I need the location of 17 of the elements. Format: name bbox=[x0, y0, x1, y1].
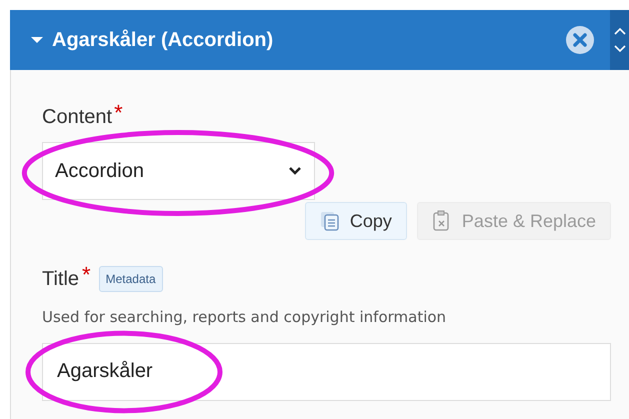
title-input[interactable]: Agarskåler bbox=[42, 342, 611, 400]
chevron-down-icon[interactable] bbox=[614, 45, 626, 53]
copy-button[interactable]: Copy bbox=[304, 202, 407, 240]
panel-header[interactable]: Agarskåler (Accordion) bbox=[10, 10, 610, 70]
reorder-bar[interactable] bbox=[610, 10, 629, 70]
field-label: Title bbox=[42, 267, 80, 292]
chevron-down-icon bbox=[288, 166, 302, 176]
panel-title: Agarskåler (Accordion) bbox=[52, 28, 274, 53]
content-select[interactable]: Accordion bbox=[42, 142, 315, 200]
chevron-up-icon[interactable] bbox=[614, 27, 626, 35]
required-mark: * bbox=[82, 264, 91, 286]
field-label: Content bbox=[42, 105, 112, 130]
required-mark: * bbox=[114, 102, 123, 124]
close-icon[interactable] bbox=[566, 26, 594, 54]
metadata-tag: Metadata bbox=[98, 266, 163, 292]
document-icon bbox=[320, 211, 340, 231]
help-text: Used for searching, reports and copyright information bbox=[42, 307, 448, 328]
